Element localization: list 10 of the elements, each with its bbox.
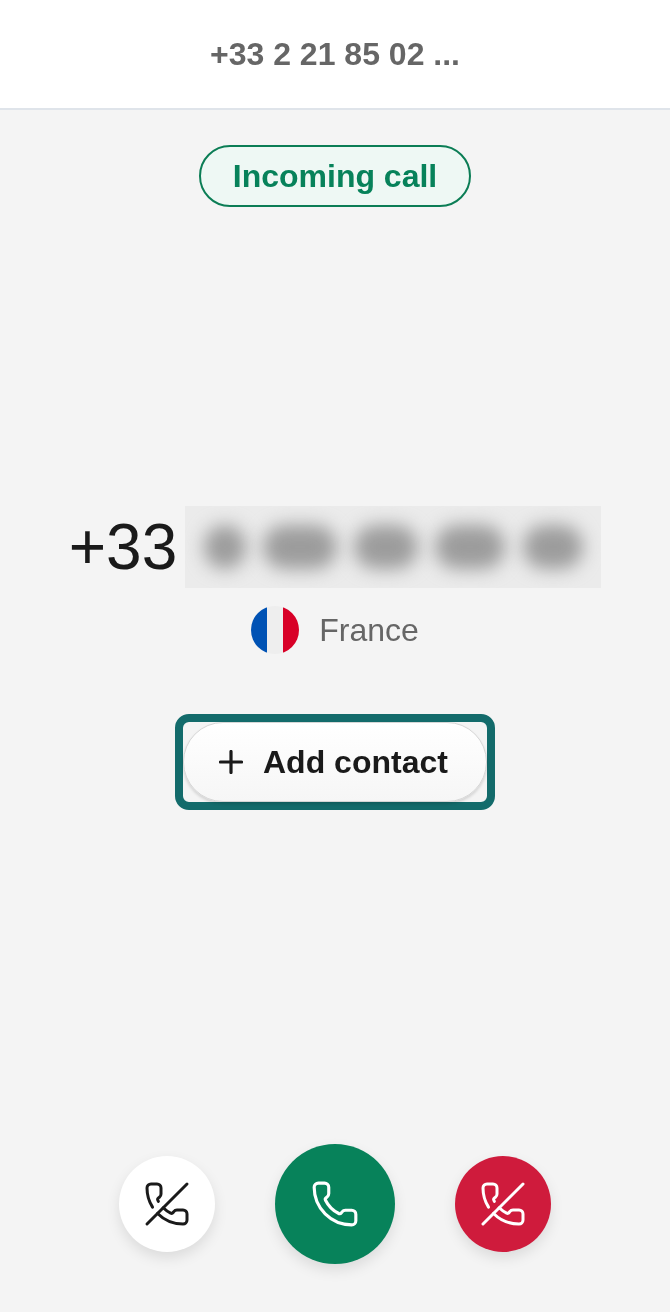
phone-icon bbox=[310, 1179, 360, 1229]
status-badge: Incoming call bbox=[198, 145, 472, 207]
flag-icon bbox=[251, 606, 300, 654]
phone-number: +33 bbox=[68, 515, 178, 579]
crossed-phone-icon bbox=[143, 1180, 191, 1228]
crossed-phone-icon bbox=[479, 1180, 527, 1228]
add-contact-button[interactable]: Add contact bbox=[175, 714, 495, 810]
plus-icon bbox=[219, 750, 243, 774]
header-title: +33 2 21 85 02 ... bbox=[210, 35, 460, 73]
country-name: France bbox=[319, 611, 419, 649]
